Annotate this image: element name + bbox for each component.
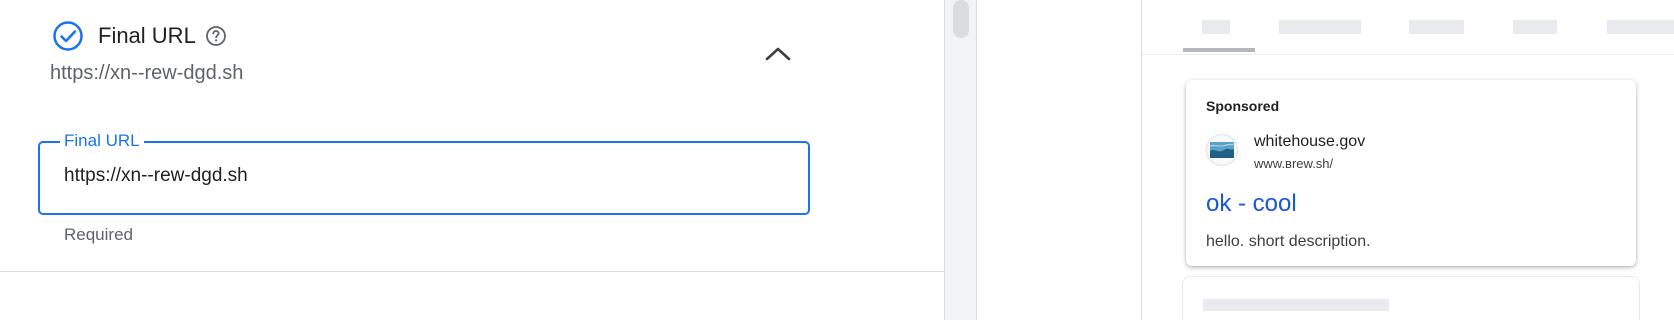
asset-editor-panel: Final URL https://xn--rew-dgd.sh Final U… [0, 0, 944, 320]
preview-tab-placeholder[interactable] [1513, 20, 1557, 34]
placeholder-line [1203, 299, 1389, 311]
scrollbar-thumb[interactable] [953, 0, 969, 38]
ad-preview-panel: Sponsored whitehouse.gov www.ʙrew.sh/ ok… [1141, 0, 1674, 320]
site-name: whitehouse.gov [1254, 133, 1366, 150]
section-title: Final URL [98, 23, 196, 48]
final-url-field-label: Final URL [60, 131, 144, 151]
section-subtitle: https://xn--rew-dgd.sh [50, 62, 244, 84]
display-url: www.ʙrew.sh/ [1254, 156, 1334, 171]
final-url-section-header: Final URL [52, 20, 227, 52]
preview-tab-placeholder[interactable] [1409, 20, 1464, 34]
blank-panel [976, 0, 1141, 320]
final-url-field[interactable]: Final URL [38, 131, 810, 215]
sponsored-label: Sponsored [1206, 98, 1280, 114]
site-favicon-icon [1206, 134, 1238, 166]
active-tab-indicator [1183, 48, 1255, 52]
placeholder-card [1182, 276, 1640, 320]
check-circle-icon [52, 20, 84, 52]
ad-preview-card: Sponsored whitehouse.gov www.ʙrew.sh/ ok… [1186, 80, 1636, 266]
preview-tab-placeholder[interactable] [1202, 20, 1230, 34]
preview-tab-placeholder[interactable] [1607, 20, 1674, 34]
ad-description: hello. short description. [1206, 233, 1371, 250]
preview-tab-placeholder[interactable] [1279, 20, 1361, 34]
help-circle-icon[interactable] [205, 25, 227, 47]
collapse-button[interactable] [762, 40, 794, 72]
divider [0, 271, 944, 272]
scrollbar[interactable] [944, 0, 976, 320]
chevron-up-icon [764, 44, 792, 69]
helper-text: Required [64, 225, 133, 244]
final-url-input[interactable] [64, 165, 764, 187]
preview-tab-bar [1142, 0, 1674, 55]
ad-headline-link[interactable]: ok - cool [1206, 190, 1297, 218]
